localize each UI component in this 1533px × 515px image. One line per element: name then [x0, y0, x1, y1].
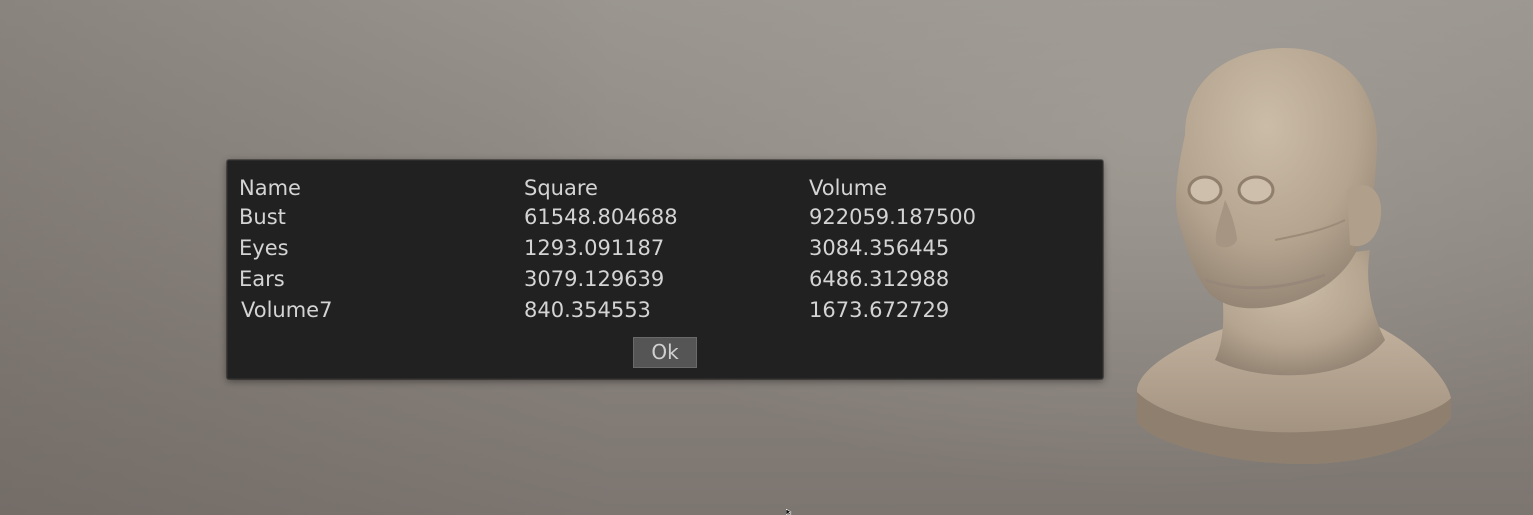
row-square-cell: 61548.804688 [524, 205, 678, 229]
row-name-cell: Bust [239, 205, 286, 229]
name-column-header: Name [239, 176, 301, 200]
square-column-header: Square [524, 176, 598, 200]
volume-column-header: Volume [809, 176, 888, 200]
row-name-cell: Ears [239, 267, 285, 291]
sculpted-head-model[interactable] [1125, 40, 1460, 470]
ok-button[interactable]: Ok [633, 337, 697, 368]
row-volume-cell: 3084.356445 [809, 236, 950, 260]
row-name-cell: Eyes [239, 236, 289, 260]
row-square-cell: 3079.129639 [524, 267, 665, 291]
row-volume-cell: 1673.672729 [809, 298, 950, 322]
row-volume-cell: 922059.187500 [809, 205, 977, 229]
mesh-statistics-dialog: Name Square Volume Bust 61548.804688 922… [227, 160, 1103, 379]
row-square-cell: 840.354553 [524, 298, 651, 322]
row-name-cell: Volume7 [241, 298, 333, 322]
mouse-pointer-icon [786, 509, 792, 515]
row-square-cell: 1293.091187 [524, 236, 665, 260]
row-volume-cell: 6486.312988 [809, 267, 950, 291]
